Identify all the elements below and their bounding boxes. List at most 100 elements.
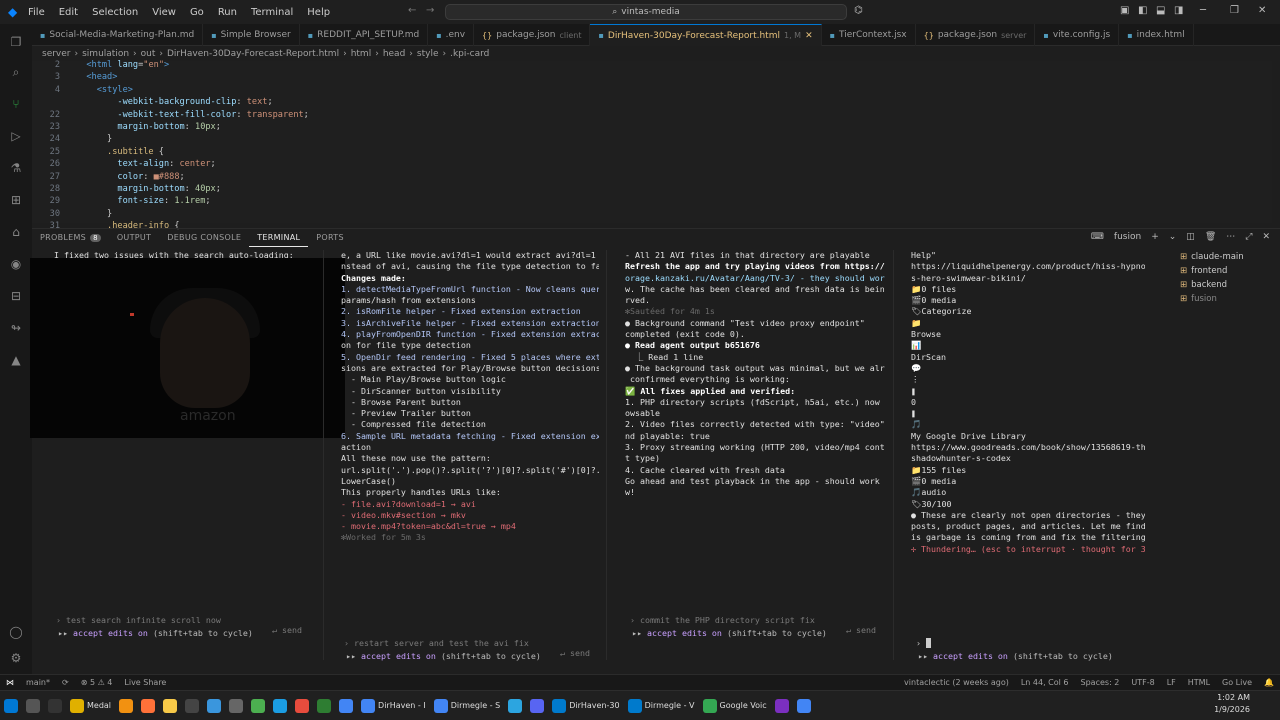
panel-tab-terminal[interactable]: TERMINAL [249, 229, 309, 247]
taskbar-app[interactable] [181, 693, 203, 719]
terminal-pane-2[interactable]: e, a URL like movie.avi?dl=1 would extra… [331, 250, 599, 665]
live-share-status[interactable]: Live Share [118, 678, 172, 687]
terminal-list-item[interactable]: ⊞ fusion [1180, 292, 1270, 306]
problems-status[interactable]: ⊗ 5 ⚠ 4 [75, 678, 119, 687]
panel-toggle-icon[interactable]: ⬓ [1156, 5, 1165, 16]
terminal-list-item[interactable]: ⊞ frontend [1180, 264, 1270, 278]
deploy-icon[interactable]: ▲ [8, 352, 24, 368]
panel-tab-problems[interactable]: PROBLEMS 8 [32, 229, 109, 247]
taskbar-app[interactable]: Medal [66, 693, 115, 719]
code-editor[interactable]: 2 <html lang="en"> 3 <head> 4 <style> -web… [32, 60, 1272, 231]
remote-explorer-icon[interactable]: ⌂ [8, 224, 24, 240]
taskbar-app[interactable]: DirHaven-30 [548, 693, 623, 719]
taskbar-app[interactable] [313, 693, 335, 719]
encoding-status[interactable]: UTF-8 [1125, 678, 1160, 687]
editor-tab[interactable]: ▪ TierContext.jsx [822, 24, 916, 46]
taskbar-app[interactable] [203, 693, 225, 719]
notifications-icon[interactable]: 🔔 [1258, 678, 1280, 687]
taskbar-app[interactable] [225, 693, 247, 719]
menu-item-help[interactable]: Help [307, 7, 330, 18]
docker-icon[interactable]: ⊟ [8, 288, 24, 304]
search-icon[interactable]: ⌕ [8, 64, 24, 80]
layout-toggle-icon[interactable]: ▣ [1120, 5, 1129, 16]
close-icon[interactable]: ✕ [1258, 5, 1266, 16]
run-debug-icon[interactable]: ▷ [8, 128, 24, 144]
sync-icon[interactable]: ⟳ [56, 678, 75, 687]
menu-item-file[interactable]: File [28, 7, 45, 18]
accept-edits-3[interactable]: ▸▸ accept edits on (shift+tab to cycle) [632, 628, 827, 641]
terminal-divider[interactable] [893, 250, 894, 660]
taskbar-app[interactable] [526, 693, 548, 719]
go-live-button[interactable]: Go Live [1216, 678, 1258, 687]
eol-status[interactable]: LF [1161, 678, 1182, 687]
accounts-icon[interactable]: ◯ [8, 624, 24, 640]
terminal-list-item[interactable]: ⊞ backend [1180, 278, 1270, 292]
taskbar-app[interactable] [771, 693, 793, 719]
terminal-pane-4[interactable]: Help" https://liquidhelpenergy.com/produ… [901, 250, 1145, 665]
language-mode[interactable]: HTML [1182, 678, 1216, 687]
terminal-divider[interactable] [606, 250, 607, 660]
taskbar-app[interactable] [291, 693, 313, 719]
git-blame-status[interactable]: vintaclectic (2 weeks ago) [898, 678, 1015, 687]
start-button[interactable] [0, 693, 22, 719]
panel-tab-ports[interactable]: PORTS [308, 229, 352, 247]
source-control-icon[interactable]: ⑂ [8, 96, 24, 112]
editor-tab[interactable]: ▪ REDDIT_API_SETUP.md [300, 24, 429, 46]
breadcrumb-item[interactable]: html [351, 49, 372, 59]
panel-tab-debug-console[interactable]: DEBUG CONSOLE [159, 229, 249, 247]
terminal-list-item[interactable]: ⊞ claude-main [1180, 250, 1270, 264]
taskbar-app[interactable] [269, 693, 291, 719]
taskbar-app[interactable]: Dirmegle - S [430, 693, 505, 719]
sidebar-toggle-icon[interactable]: ◧ [1138, 5, 1147, 16]
terminal-pane-3[interactable]: - All 21 AVI files in that directory are… [615, 250, 885, 665]
new-terminal-icon[interactable]: + [1151, 232, 1159, 242]
taskbar-app[interactable] [247, 693, 269, 719]
taskbar-app[interactable] [504, 693, 526, 719]
editor-tab[interactable]: ▪ vite.config.js [1035, 24, 1120, 46]
terminal-name[interactable]: fusion [1114, 232, 1141, 242]
taskbar-app[interactable]: Google Voic [699, 693, 771, 719]
cursor-position[interactable]: Ln 44, Col 6 [1015, 678, 1075, 687]
testing-icon[interactable]: ⚗ [8, 160, 24, 176]
prompt-input-1[interactable]: › test search infinite scroll now ↵ send [46, 605, 306, 635]
taskbar-app[interactable]: Dirmegle - V [624, 693, 699, 719]
prompt-input-4[interactable]: › [906, 628, 1166, 648]
branch-status[interactable]: main* [20, 678, 56, 687]
settings-gear-icon[interactable]: ⚙ [8, 650, 24, 666]
breadcrumb-item[interactable]: DirHaven-30Day-Forecast-Report.html [167, 49, 339, 59]
chevron-down-icon[interactable]: ⌄ [1169, 232, 1177, 242]
breadcrumb-item[interactable]: .kpi-card [450, 49, 489, 59]
breadcrumb-item[interactable]: style [417, 49, 439, 59]
taskbar-app[interactable] [115, 693, 137, 719]
taskbar-app[interactable] [793, 693, 815, 719]
close-panel-icon[interactable]: ✕ [1262, 232, 1270, 242]
taskbar-app[interactable] [159, 693, 181, 719]
editor-tab[interactable]: ▪ index.html [1119, 24, 1194, 46]
explorer-icon[interactable]: ❐ [8, 34, 24, 50]
indentation-status[interactable]: Spaces: 2 [1075, 678, 1126, 687]
accept-edits-2[interactable]: ▸▸ accept edits on (shift+tab to cycle) [346, 651, 541, 664]
secondary-sidebar-toggle-icon[interactable]: ◨ [1174, 5, 1183, 16]
editor-tab[interactable]: ▪ DirHaven-30Day-Forecast-Report.html 1, M… [590, 24, 822, 46]
editor-tab[interactable]: ▪ Social-Media-Marketing-Plan.md [32, 24, 204, 46]
taskbar-app[interactable]: DirHaven - I [357, 693, 430, 719]
breadcrumb-item[interactable]: simulation [82, 49, 129, 59]
editor-tab[interactable]: {} package.json client [474, 24, 591, 46]
taskbar-clock[interactable]: 1:02 AM 1/9/2026 [1214, 692, 1250, 716]
taskbar-app[interactable] [335, 693, 357, 719]
close-icon[interactable]: ✕ [805, 31, 813, 41]
copilot-icon[interactable]: ⌬ [854, 5, 863, 16]
menu-item-go[interactable]: Go [190, 7, 204, 18]
split-terminal-icon[interactable]: ◫ [1186, 232, 1195, 242]
menu-item-selection[interactable]: Selection [92, 7, 138, 18]
github-icon[interactable]: ◉ [8, 256, 24, 272]
trash-icon[interactable]: 🗑 [1205, 232, 1216, 242]
menu-item-terminal[interactable]: Terminal [251, 7, 293, 18]
terminal-divider[interactable] [323, 250, 324, 660]
menu-item-view[interactable]: View [152, 7, 176, 18]
remote-icon[interactable]: ⋈ [0, 678, 20, 687]
editor-tab[interactable]: ▪ .env [428, 24, 475, 46]
panel-tab-output[interactable]: OUTPUT [109, 229, 159, 247]
menu-item-edit[interactable]: Edit [59, 7, 78, 18]
maximize-panel-icon[interactable]: ⤢ [1245, 232, 1252, 242]
